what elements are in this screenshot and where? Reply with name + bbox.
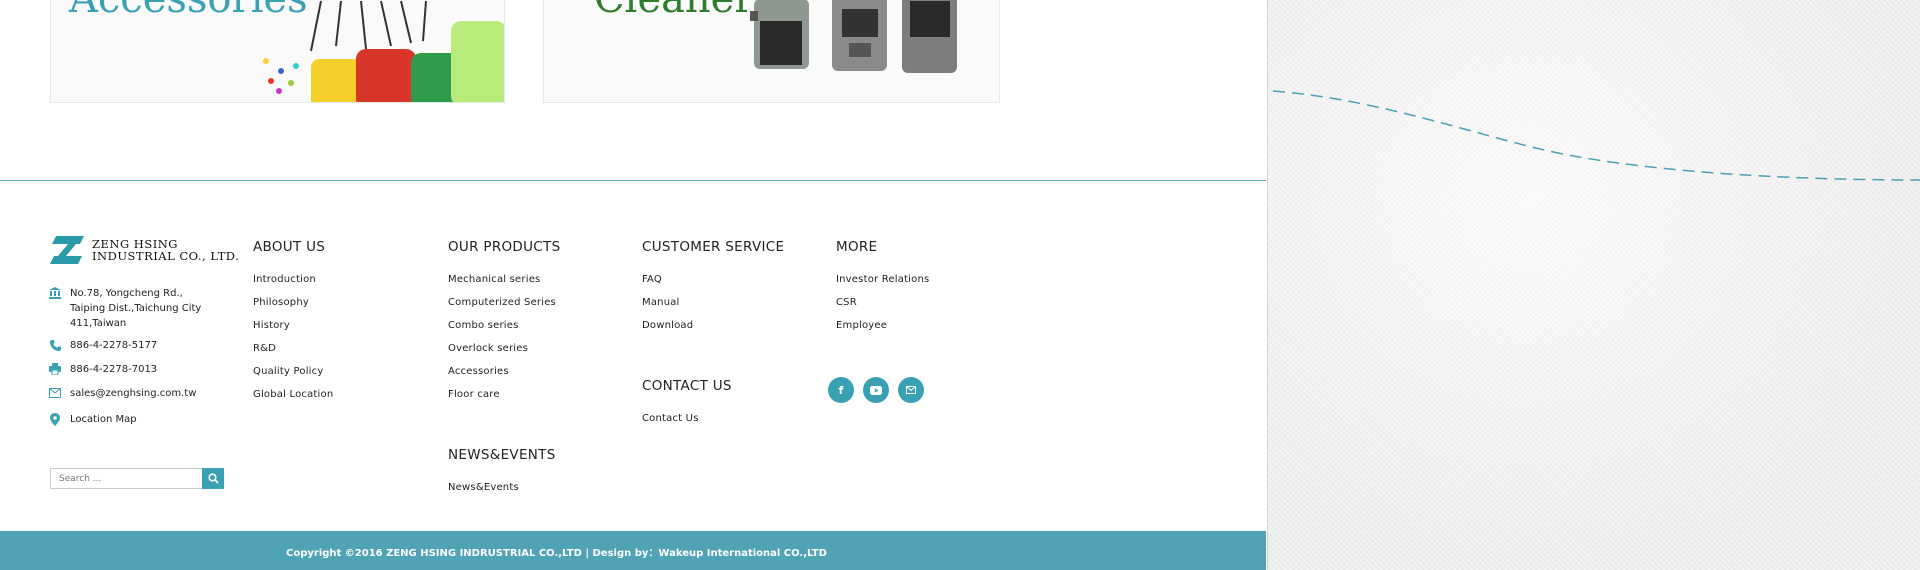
mail-icon: [906, 386, 916, 394]
address: No.78, Yongcheng Rd., Taiping Dist.,Taic…: [48, 286, 201, 331]
contact-heading: CONTACT US: [642, 378, 732, 394]
service-heading: CUSTOMER SERVICE: [642, 239, 785, 255]
location-map-link[interactable]: Location Map: [70, 412, 137, 427]
address-line-1: No.78, Yongcheng Rd.,: [70, 288, 183, 299]
printer-icon: [48, 362, 62, 376]
news-heading: NEWS&EVENTS: [448, 447, 556, 463]
products-link-computerized[interactable]: Computerized Series: [448, 291, 556, 314]
logo-line-2: INDUSTRIAL CO., LTD.: [92, 249, 240, 263]
thread-spools-image: [263, 0, 504, 102]
search-button[interactable]: [202, 468, 224, 489]
address-line-3: 411,Taiwan: [70, 318, 127, 329]
products-link-mechanical[interactable]: Mechanical series: [448, 268, 556, 291]
products-link-accessories[interactable]: Accessories: [448, 360, 556, 383]
about-link-history[interactable]: History: [253, 314, 333, 337]
zeng-hsing-logo-icon: [50, 236, 84, 264]
email-button[interactable]: [898, 377, 924, 403]
copyright-text: Copyright ©2016 ZENG HSING INDRUSTRIAL C…: [286, 548, 827, 559]
category-card-cleaner[interactable]: Cleaner: [543, 0, 1000, 103]
contact-link-contact-us[interactable]: Contact Us: [642, 407, 699, 430]
address-line-2: Taiping Dist.,Taichung City: [70, 303, 202, 314]
footer-bar: Copyright ©2016 ZENG HSING INDRUSTRIAL C…: [0, 531, 1266, 570]
section-divider: [0, 180, 1266, 181]
page: Accessories Cleaner: [0, 0, 1266, 570]
products-link-overlock[interactable]: Overlock series: [448, 337, 556, 360]
background-texture-panel: [1267, 0, 1920, 570]
fax-row: 886-4-2278-7013: [48, 362, 157, 377]
logo-text: ZENG HSING INDUSTRIAL CO., LTD.: [92, 238, 239, 262]
more-link-employee[interactable]: Employee: [836, 314, 929, 337]
phone-row: 886-4-2278-5177: [48, 338, 157, 353]
more-heading: MORE: [836, 239, 878, 255]
map-row: Location Map: [48, 412, 137, 427]
service-link-download[interactable]: Download: [642, 314, 693, 337]
facebook-icon: f: [838, 383, 844, 397]
phone-icon: [48, 338, 62, 352]
youtube-icon: [870, 385, 882, 395]
service-link-faq[interactable]: FAQ: [642, 268, 693, 291]
more-links: Investor Relations CSR Employee: [836, 268, 929, 337]
fax-number: 886-4-2278-7013: [70, 364, 158, 375]
about-links: Introduction Philosophy History R&D Qual…: [253, 268, 333, 406]
service-links: FAQ Manual Download: [642, 268, 693, 337]
more-link-csr[interactable]: CSR: [836, 291, 929, 314]
vacuum-cleaners-image: [750, 0, 957, 73]
facebook-button[interactable]: f: [828, 377, 854, 403]
products-link-combo[interactable]: Combo series: [448, 314, 556, 337]
search-input[interactable]: [50, 468, 202, 489]
about-link-introduction[interactable]: Introduction: [253, 268, 333, 291]
dashed-curve-decoration: [1272, 90, 1920, 181]
about-link-rd[interactable]: R&D: [253, 337, 333, 360]
products-heading: OUR PRODUCTS: [448, 239, 561, 255]
contact-links: Contact Us: [642, 407, 699, 430]
email-row: sales@zenghsing.com.tw: [48, 386, 196, 401]
about-link-global-location[interactable]: Global Location: [253, 383, 333, 406]
more-link-investor-relations[interactable]: Investor Relations: [836, 268, 929, 291]
map-pin-icon: [48, 412, 62, 426]
news-links: News&Events: [448, 476, 519, 499]
about-link-philosophy[interactable]: Philosophy: [253, 291, 333, 314]
service-link-manual[interactable]: Manual: [642, 291, 693, 314]
company-logo[interactable]: ZENG HSING INDUSTRIAL CO., LTD.: [50, 236, 239, 264]
phone-number[interactable]: 886-4-2278-5177: [70, 338, 157, 353]
youtube-button[interactable]: [863, 377, 889, 403]
bank-building-icon: [48, 286, 62, 300]
envelope-icon: [48, 386, 62, 400]
products-link-floor-care[interactable]: Floor care: [448, 383, 556, 406]
search-icon: [207, 473, 219, 484]
news-link-events[interactable]: News&Events: [448, 476, 519, 499]
search-form: [50, 468, 224, 489]
products-links: Mechanical series Computerized Series Co…: [448, 268, 556, 406]
email-link[interactable]: sales@zenghsing.com.tw: [70, 386, 196, 401]
about-heading: ABOUT US: [253, 239, 326, 255]
category-card-accessories[interactable]: Accessories: [50, 0, 505, 103]
social-links: f: [828, 377, 924, 403]
about-link-quality-policy[interactable]: Quality Policy: [253, 360, 333, 383]
